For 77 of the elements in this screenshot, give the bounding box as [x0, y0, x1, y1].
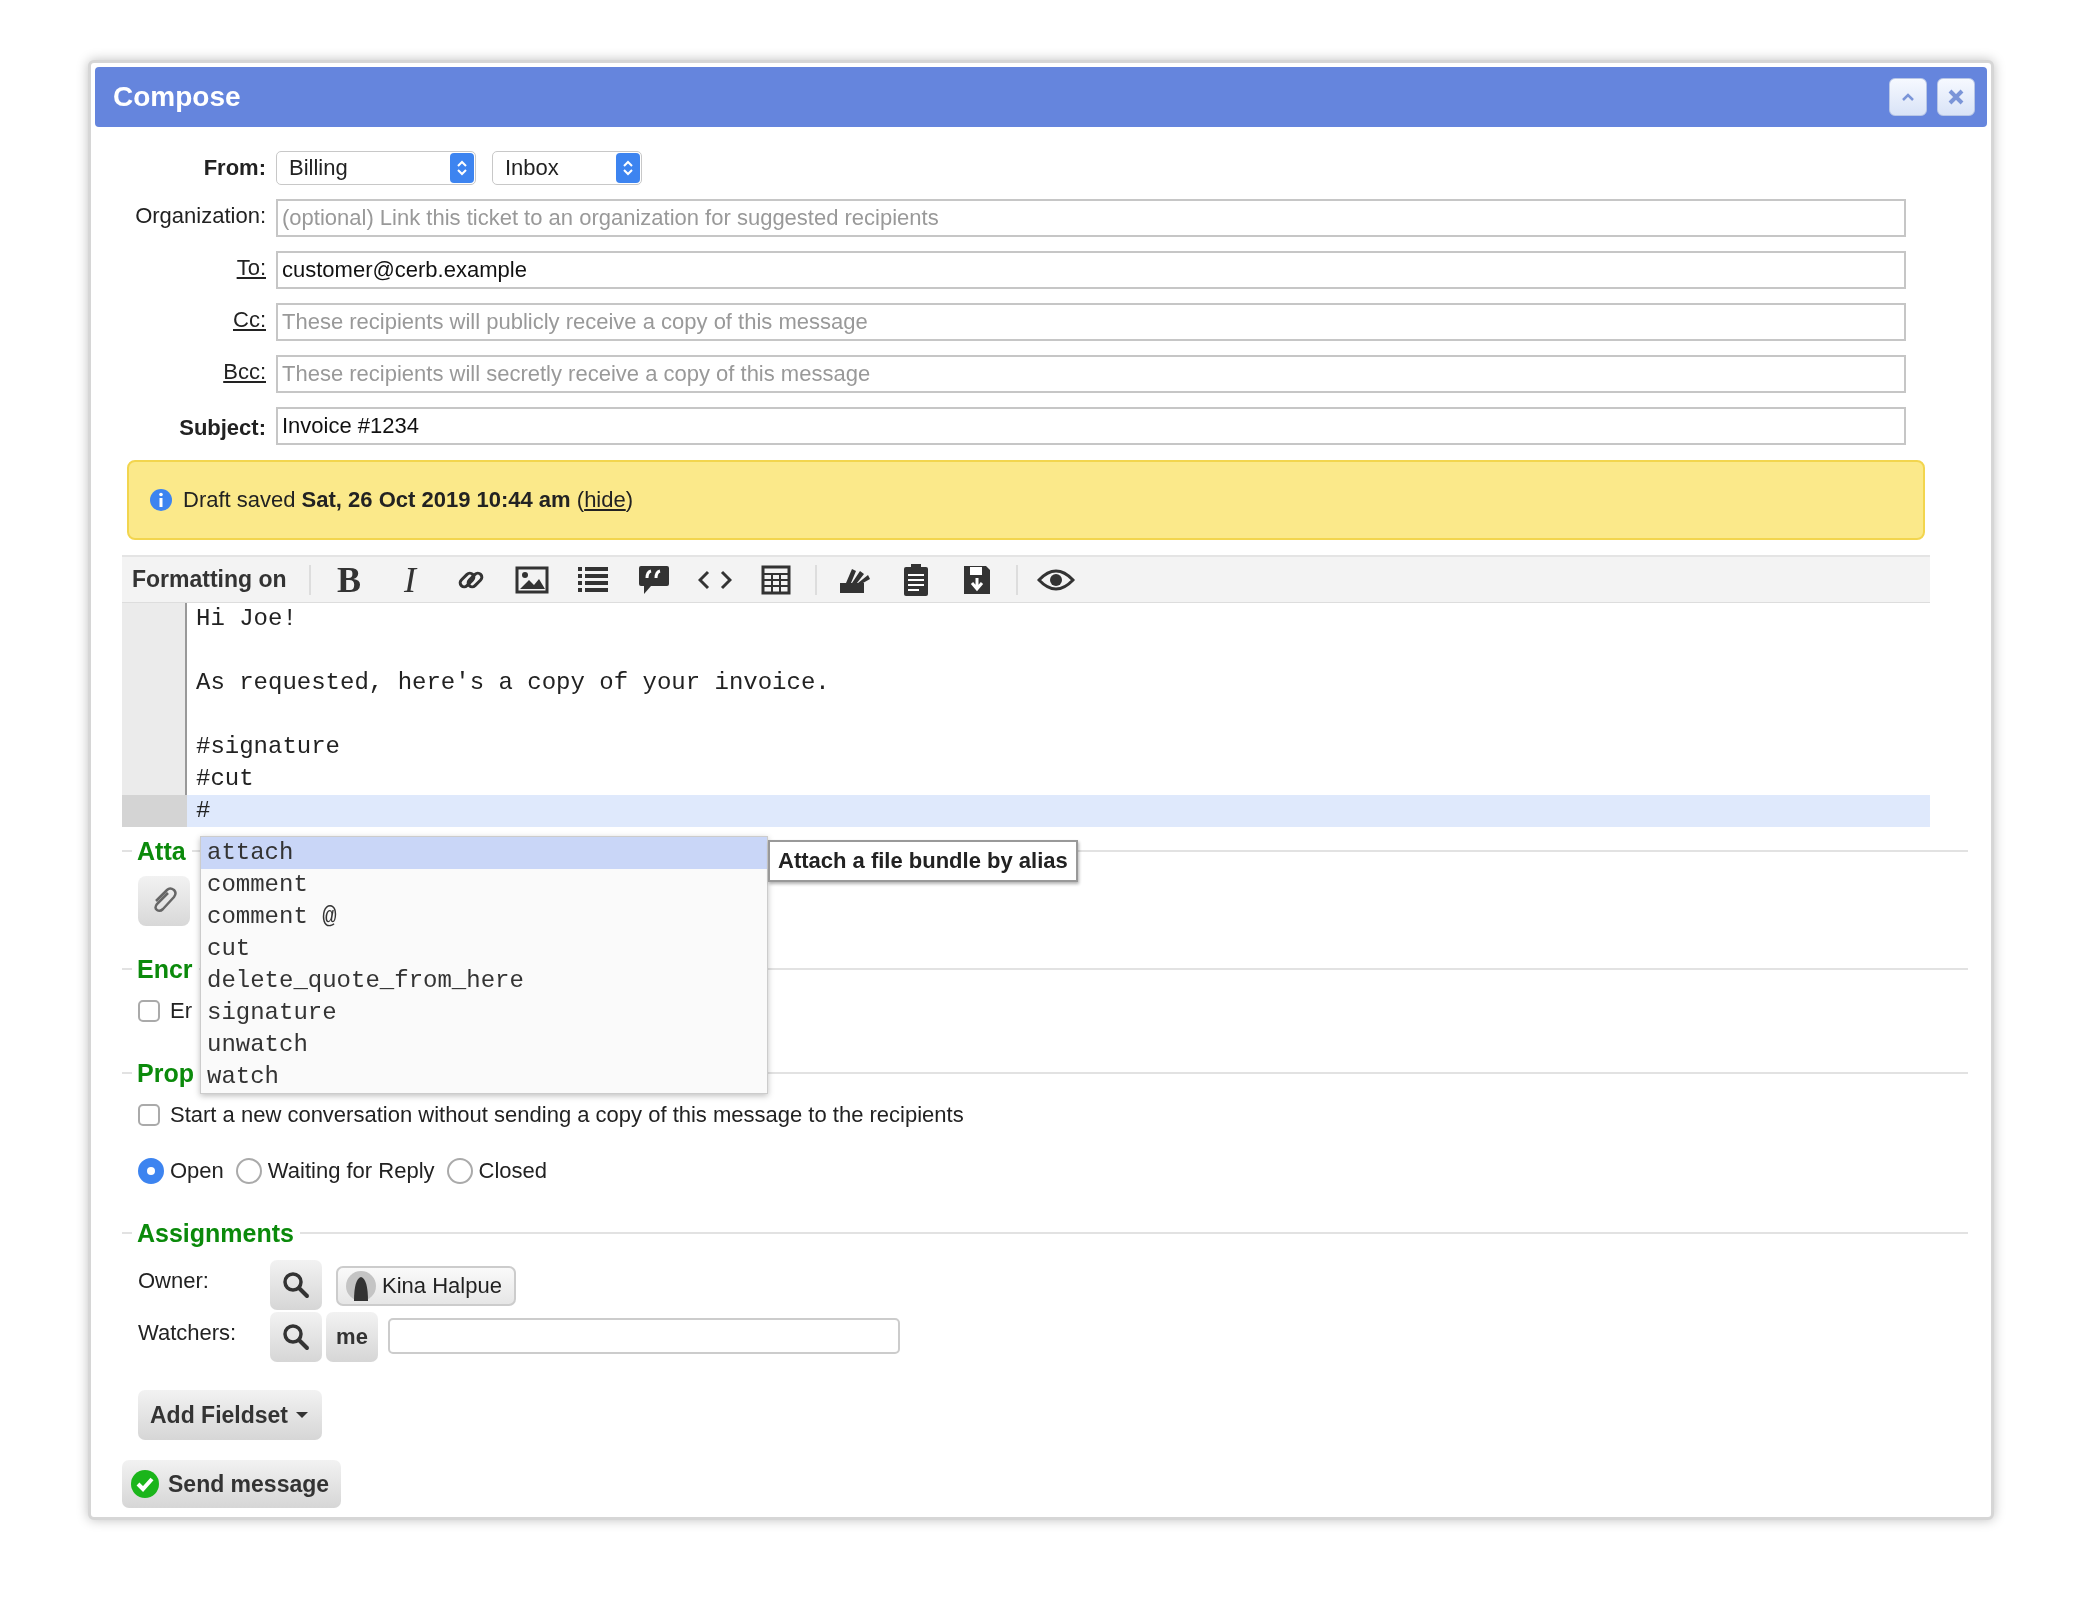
menu-item[interactable]: watch: [201, 1061, 767, 1093]
dropdown[interactable]: Billing: [276, 151, 476, 185]
bold-button[interactable]: B: [337, 558, 362, 601]
avatar-icon: [346, 1271, 376, 1301]
message-editor[interactable]: Hi Joe! As requested, here's a copy of your invoice. #signature #cut #: [122, 603, 1930, 827]
attach-button[interactable]: [138, 876, 190, 926]
section-heading: Prop: [136, 1058, 195, 1088]
checkbox-label: Er: [170, 998, 192, 1024]
radio-label: Open: [170, 1158, 224, 1184]
toolbar-label: Formatting on: [132, 566, 287, 593]
save-icon[interactable]: [962, 563, 993, 596]
up-down-arrows-icon: [456, 158, 468, 178]
checkbox[interactable]: [138, 1104, 160, 1126]
preview-icon[interactable]: [1037, 567, 1076, 592]
collapse-button[interactable]: [1889, 78, 1927, 116]
field-label: Organization:: [134, 202, 266, 230]
input-field[interactable]: These recipients will secretly receive a copy of this message: [276, 355, 1906, 393]
menu-item[interactable]: cut: [201, 933, 767, 965]
code-icon[interactable]: [698, 568, 733, 591]
quote-icon[interactable]: [637, 563, 672, 596]
field-link[interactable]: To:: [91, 251, 266, 289]
close-icon: [1947, 88, 1965, 106]
field-link[interactable]: Bcc:: [91, 355, 266, 393]
field-label: Owner:: [138, 1267, 210, 1294]
search-button[interactable]: [270, 1260, 322, 1310]
field-label: Subject:: [178, 414, 266, 442]
radio-label: Closed: [478, 1158, 547, 1184]
checkbox[interactable]: [138, 1000, 160, 1022]
editor-line: Hi Joe!: [195, 604, 298, 634]
radio-button[interactable]: [446, 1158, 473, 1184]
italic-button[interactable]: I: [404, 558, 417, 601]
send-button[interactable]: Send message: [122, 1460, 342, 1508]
section-heading: Atta: [136, 836, 187, 866]
input-field[interactable]: These recipients will publicly receive a copy of this message: [276, 303, 1906, 341]
editor-line: As requested, here's a copy of your invoice.: [195, 668, 831, 698]
caret-up-icon: [1901, 92, 1915, 102]
checkbox-label: Start a new conversation without sending a copy of this message to the recipients: [170, 1102, 964, 1128]
field-label: From:: [202, 154, 266, 182]
dropdown[interactable]: Inbox: [492, 151, 642, 185]
input-field[interactable]: Invoice #1234: [276, 407, 1906, 445]
clipboard-icon[interactable]: [903, 562, 930, 597]
owner-chip[interactable]: Kina Halpue: [336, 1266, 516, 1306]
search-icon: [282, 1271, 310, 1299]
image-icon[interactable]: [515, 565, 550, 594]
caret-icon: [294, 1410, 310, 1420]
list-icon[interactable]: [577, 565, 610, 594]
info-icon: [149, 488, 173, 512]
field-label: Watchers:: [138, 1319, 238, 1346]
menu-item[interactable]: signature: [201, 997, 767, 1029]
add-fieldset-button[interactable]: Add Fieldset: [138, 1390, 322, 1440]
editor-line: #cut: [195, 764, 255, 794]
input-field[interactable]: customer@cerb.example: [276, 251, 1906, 289]
close-button[interactable]: [1937, 78, 1975, 116]
radio-label: Waiting for Reply: [267, 1158, 435, 1184]
menu-item[interactable]: delete_quote_from_here: [201, 965, 767, 997]
input-field[interactable]: [388, 1318, 900, 1354]
menu-item[interactable]: comment @: [201, 901, 767, 933]
window-title: Compose: [113, 81, 242, 113]
hide-link[interactable]: hide: [584, 487, 626, 512]
search-icon: [282, 1323, 310, 1351]
menu-item[interactable]: attach: [201, 837, 767, 869]
field-link[interactable]: Cc:: [91, 303, 266, 341]
input-field[interactable]: (optional) Link this ticket to an organization for suggested recipients: [276, 199, 1906, 237]
radio-button[interactable]: [138, 1158, 164, 1184]
menu-item[interactable]: comment: [201, 869, 767, 901]
check-icon: [130, 1469, 160, 1499]
section-heading: Assignments: [136, 1218, 295, 1248]
tooltip: Attach a file bundle by alias: [768, 840, 1078, 882]
me-button[interactable]: me: [326, 1312, 378, 1362]
search-button[interactable]: [270, 1312, 322, 1362]
menu-item[interactable]: unwatch: [201, 1029, 767, 1061]
editor-line: #signature: [195, 732, 342, 762]
section-heading: Encr: [136, 954, 194, 984]
up-down-arrows-icon: [622, 158, 634, 178]
draft-message: Draft saved Sat, 26 Oct 2019 10:44 am (hide): [183, 487, 634, 513]
table-icon[interactable]: [761, 564, 792, 595]
radio-button[interactable]: [235, 1158, 262, 1184]
